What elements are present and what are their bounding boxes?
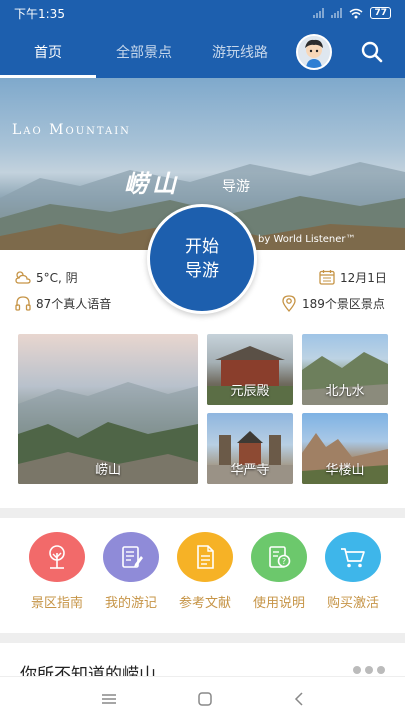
banner-credit: by World Listener™ (258, 234, 356, 245)
site-label: 元辰殿 (230, 384, 270, 399)
svg-text:?: ? (282, 557, 286, 566)
home-icon[interactable] (198, 691, 213, 706)
menu-icon[interactable] (101, 693, 117, 705)
site-label: 北九水 (325, 384, 365, 399)
site-card-hualoushan[interactable]: 华楼山 (302, 413, 388, 484)
menu-circle (29, 532, 85, 582)
tab-home[interactable]: 首页 (0, 26, 96, 78)
signal-2-icon (331, 8, 343, 18)
site-card-beijiushui[interactable]: 北九水 (302, 334, 388, 405)
menu-label: 购买激活 (326, 596, 379, 611)
status-bar: 下午1:35 77 (0, 0, 405, 26)
menu-references[interactable]: 参考文献 (168, 532, 242, 611)
site-label: 华严寺 (230, 463, 270, 478)
start-guide-button[interactable]: 开始 导游 (147, 204, 257, 314)
wifi-icon (349, 8, 363, 18)
status-icons: 77 (313, 7, 391, 19)
more-icon[interactable] (353, 666, 385, 674)
date-info: 12月1日 (318, 268, 387, 286)
start-guide-line2: 导游 (185, 261, 219, 281)
featured-sites: 崂山 元辰殿 北九水 华严寺 华楼山 (0, 326, 405, 506)
avatar[interactable] (296, 34, 332, 70)
calendar-icon (319, 270, 335, 285)
weather-cloudy-icon (15, 271, 31, 284)
spots-info: 189个景区景点 (280, 294, 385, 312)
back-icon[interactable] (294, 691, 304, 706)
menu-label: 景区指南 (30, 596, 83, 611)
location-pin-icon (282, 295, 296, 312)
system-nav-bar (0, 676, 405, 720)
menu-circle (177, 532, 233, 582)
battery-icon: 77 (370, 7, 391, 19)
site-label: 崂山 (94, 463, 121, 478)
menu-instructions[interactable]: ? 使用说明 (242, 532, 316, 611)
tab-all-attractions[interactable]: 全部景点 (96, 26, 192, 78)
menu-my-travel-notes[interactable]: 我的游记 (94, 532, 168, 611)
search-icon[interactable] (360, 40, 384, 64)
site-card-huayansi[interactable]: 华严寺 (207, 413, 293, 484)
menu-circle (325, 532, 381, 582)
menu-circle (103, 532, 159, 582)
section-divider (0, 633, 405, 643)
notebook-icon (122, 546, 143, 568)
menu-circle: ? (251, 532, 307, 582)
banner-subtitle: 导游 (222, 179, 250, 195)
menu-label: 参考文献 (178, 596, 231, 611)
date-text: 12月1日 (340, 270, 387, 285)
weather-info: 5°C, 阴 (14, 268, 78, 286)
section-divider (0, 508, 405, 518)
banner-title-en: Lao Mountain (12, 122, 131, 138)
banner-title-cn: 崂山 (124, 170, 180, 198)
voice-count-text: 87个真人语音 (36, 296, 112, 311)
help-document-icon: ? (269, 546, 291, 568)
top-nav: 首页 全部景点 游玩线路 (0, 26, 405, 78)
menu-scenic-guide[interactable]: 景区指南 (20, 532, 94, 611)
signal-icon (313, 8, 325, 18)
headphones-icon (15, 296, 31, 311)
document-icon (197, 545, 214, 569)
tab-routes[interactable]: 游玩线路 (192, 26, 288, 78)
weather-text: 5°C, 阴 (36, 270, 78, 285)
site-card-yuanchendian[interactable]: 元辰殿 (207, 334, 293, 405)
spots-count-text: 189个景区景点 (302, 296, 385, 311)
menu-label: 使用说明 (252, 596, 305, 611)
voice-info: 87个真人语音 (14, 294, 111, 312)
cart-icon (341, 548, 365, 568)
menu-purchase-activate[interactable]: 购买激活 (316, 532, 390, 611)
status-time: 下午1:35 (14, 6, 65, 21)
menu-label: 我的游记 (104, 596, 157, 611)
start-guide-line1: 开始 (185, 237, 219, 257)
tree-icon (49, 545, 65, 569)
site-label: 华楼山 (325, 463, 365, 478)
site-card-laoshan[interactable]: 崂山 (18, 334, 198, 484)
